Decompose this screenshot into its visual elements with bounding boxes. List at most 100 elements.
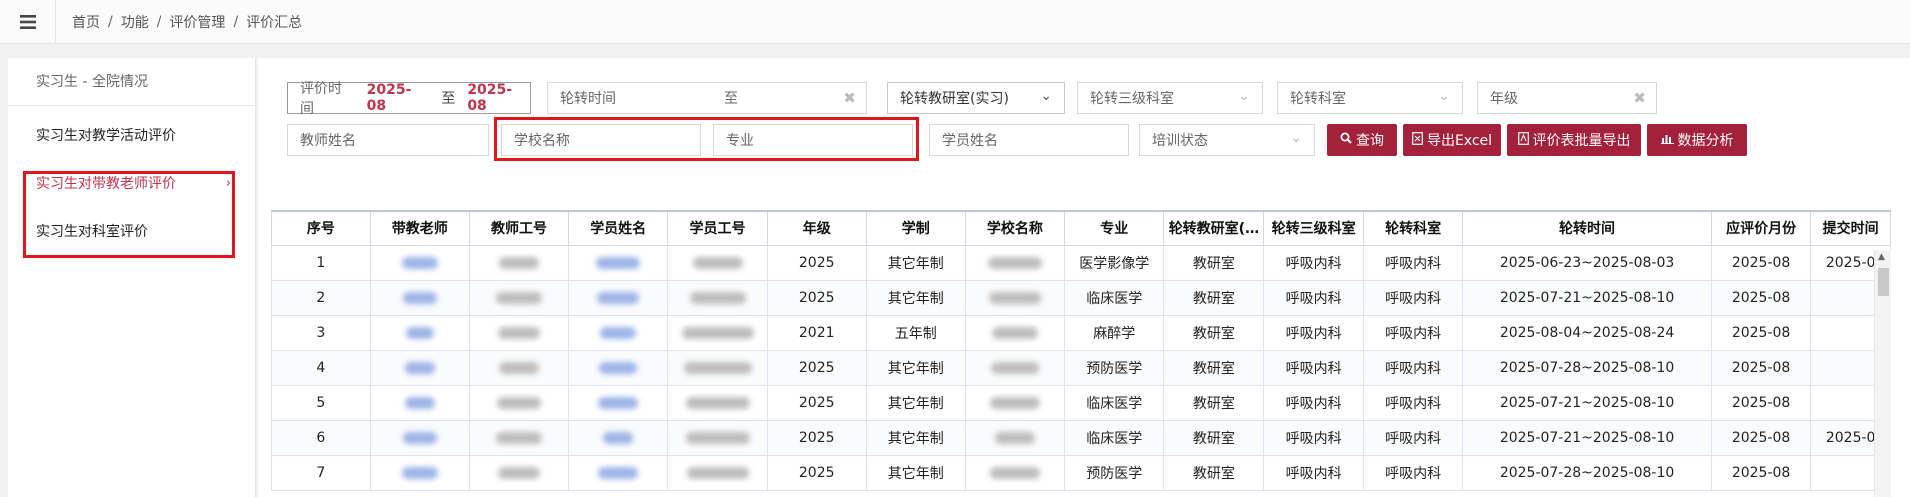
cell-grade: 2025 (766, 419, 867, 456)
redacted-text (495, 431, 542, 444)
clear-icon[interactable]: ✖ (1633, 89, 1646, 107)
teacher-name-placeholder: 教师姓名 (300, 133, 356, 149)
cell-month: 2025-08 (1710, 349, 1812, 386)
sidebar-item-teacher-evaluation[interactable]: 实习生对带教老师评价 › (8, 160, 255, 208)
redacted-text (987, 256, 1042, 269)
redacted-text (401, 256, 438, 269)
redacted-text (600, 326, 637, 339)
rotation-time-input[interactable]: 轮转时间 至 ✖ (547, 82, 867, 114)
data-analysis-button[interactable]: 数据分析 (1647, 124, 1747, 156)
file-pdf-icon (1517, 131, 1529, 149)
cell-student-id-redacted (667, 279, 768, 316)
school-name-input[interactable]: 学校名称 (501, 124, 701, 156)
search-icon (1340, 132, 1352, 148)
redacted-text (689, 291, 746, 304)
evaluation-time-range[interactable]: 评价时间 2025-08 至 2025-08 (287, 81, 531, 117)
col-header: 年级 (766, 210, 867, 246)
major-placeholder: 专业 (726, 133, 754, 149)
date-to-value[interactable]: 2025-08 (467, 82, 530, 114)
table-row[interactable]: 7 2025 其它年制 预防医学 教研室 呼吸内科 呼吸内科 2025-07-28~2025-… (271, 454, 1891, 491)
vertical-scrollbar[interactable]: ▲ (1874, 250, 1891, 497)
export-excel-label: 导出Excel (1426, 133, 1493, 149)
cell-student-redacted (568, 349, 669, 386)
cell-student-id-redacted (667, 384, 768, 421)
hamburger-icon[interactable] (0, 0, 56, 44)
sidebar-item-activity-evaluation[interactable]: 实习生对教学活动评价 (8, 112, 255, 160)
col-header: 专业 (1064, 210, 1165, 246)
table-row[interactable]: 3 2021 五年制 麻醉学 教研室 呼吸内科 呼吸内科 2025-08-04~2025-08… (271, 314, 1891, 351)
batch-export-button[interactable]: 评价表批量导出 (1507, 124, 1641, 156)
table-row[interactable]: 1 2025 其它年制 医学影像学 教研室 呼吸内科 呼吸内科 2025-06-23~2025… (271, 244, 1891, 281)
redacted-text (405, 326, 434, 339)
scroll-up-icon[interactable]: ▲ (1878, 252, 1885, 262)
export-excel-button[interactable]: 导出Excel (1403, 124, 1501, 156)
cell-teacher-id-redacted (468, 314, 570, 351)
cell-major: 预防医学 (1064, 454, 1165, 491)
col-header: 轮转时间 (1462, 210, 1712, 246)
rotation-time-separator: 至 (724, 91, 738, 107)
data-table: 序号 带教老师 教师工号 学员姓名 学员工号 年级 学制 学校名称 专业 轮转教… (271, 210, 1891, 491)
evaluation-table: 序号 带教老师 教师工号 学员姓名 学员工号 年级 学制 学校名称 专业 轮转教… (271, 210, 1891, 497)
col-header: 轮转科室 (1363, 210, 1464, 246)
table-row[interactable]: 6 2025 其它年制 临床医学 教研室 呼吸内科 呼吸内科 2025-07-21~2025-… (271, 419, 1891, 456)
student-name-input[interactable]: 学员姓名 (929, 124, 1129, 156)
level3-dept-select[interactable]: 轮转三级科室 ⌄ (1077, 82, 1263, 114)
breadcrumb-evaluation-management[interactable]: 评价管理 (169, 12, 225, 32)
breadcrumb-function[interactable]: 功能 (121, 12, 149, 32)
cell-student-id-redacted (667, 244, 768, 281)
cell-level3: 呼吸内科 (1263, 279, 1365, 316)
date-from-value[interactable]: 2025-08 (367, 82, 430, 114)
redacted-text (402, 291, 437, 304)
cell-index: 7 (271, 454, 371, 491)
redacted-text (989, 396, 1040, 409)
sidebar-item-department-evaluation[interactable]: 实习生对科室评价 (8, 208, 255, 256)
redacted-text (596, 256, 641, 269)
cell-dept: 教研室 (1163, 384, 1265, 421)
cell-major: 临床医学 (1064, 384, 1165, 421)
cell-grade: 2025 (766, 244, 867, 281)
redacted-text (681, 326, 754, 339)
rotation-time-placeholder: 轮转时间 (560, 91, 616, 107)
col-header: 轮转三级科室 (1263, 210, 1365, 246)
rotation-dept-select[interactable]: 轮转科室 ⌄ (1277, 82, 1463, 114)
sidebar-item-label: 实习生对科室评价 (36, 224, 148, 240)
cell-teacher-redacted (369, 454, 470, 491)
clear-icon[interactable]: ✖ (843, 89, 856, 107)
file-excel-icon (1412, 131, 1423, 149)
table-row[interactable]: 5 2025 其它年制 临床医学 教研室 呼吸内科 呼吸内科 2025-07-21~2025-… (271, 384, 1891, 421)
grade-input[interactable]: 年级 ✖ (1477, 82, 1657, 114)
redacted-text (685, 431, 750, 444)
cell-system: 其它年制 (865, 349, 966, 386)
cell-major: 预防医学 (1064, 349, 1165, 386)
cell-student-redacted (568, 454, 669, 491)
teacher-name-input[interactable]: 教师姓名 (287, 124, 489, 156)
grade-placeholder: 年级 (1490, 91, 1518, 107)
cell-level3: 呼吸内科 (1263, 419, 1365, 456)
cell-teacher-id-redacted (468, 244, 570, 281)
cell-level3: 呼吸内科 (1263, 384, 1365, 421)
redacted-text (994, 431, 1035, 444)
table-row[interactable]: 4 2025 其它年制 预防医学 教研室 呼吸内科 呼吸内科 2025-07-28~2025-… (271, 349, 1891, 386)
cell-rotation-dept: 呼吸内科 (1363, 349, 1464, 386)
col-header: 学员工号 (667, 210, 768, 246)
training-status-select[interactable]: 培训状态 ⌄ (1139, 124, 1315, 156)
cell-system: 其它年制 (865, 454, 966, 491)
cell-teacher-redacted (369, 314, 470, 351)
cell-school-redacted (964, 314, 1066, 351)
cell-major: 临床医学 (1064, 419, 1165, 456)
cell-grade: 2025 (766, 454, 867, 491)
teaching-dept-select[interactable]: 轮转教研室(实习) ⌄ (887, 82, 1065, 114)
cell-system: 其它年制 (865, 384, 966, 421)
cell-rotation-dept: 呼吸内科 (1363, 279, 1464, 316)
cell-system: 其它年制 (865, 419, 966, 456)
school-name-placeholder: 学校名称 (514, 133, 570, 149)
breadcrumb-home[interactable]: 首页 (72, 12, 100, 32)
table-row[interactable]: 2 2025 其它年制 临床医学 教研室 呼吸内科 呼吸内科 2025-07-21~2025-… (271, 279, 1891, 316)
major-input[interactable]: 专业 (713, 124, 913, 156)
cell-grade: 2025 (766, 384, 867, 421)
redacted-text (498, 256, 539, 269)
query-button[interactable]: 查询 (1327, 124, 1397, 156)
cell-major: 临床医学 (1064, 279, 1165, 316)
cell-school-redacted (964, 349, 1066, 386)
scrollbar-thumb[interactable] (1878, 268, 1889, 296)
